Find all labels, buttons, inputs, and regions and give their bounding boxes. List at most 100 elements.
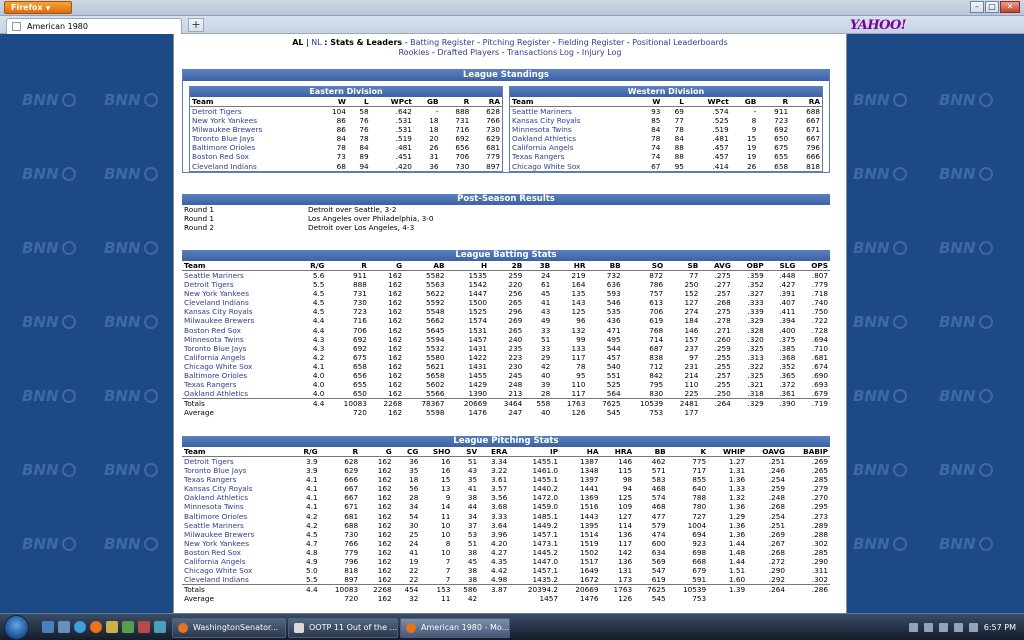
app-quicklaunch-icon[interactable] bbox=[122, 621, 134, 633]
folder-icon[interactable] bbox=[106, 621, 118, 633]
team-link[interactable]: New York Yankees bbox=[182, 539, 292, 548]
column-header[interactable]: K bbox=[667, 447, 709, 457]
close-button[interactable]: ✕ bbox=[1000, 1, 1020, 13]
column-header[interactable]: R bbox=[319, 447, 361, 457]
team-link[interactable]: Baltimore Orioles bbox=[182, 371, 298, 380]
team-link[interactable]: Chicago White Sox bbox=[182, 362, 298, 371]
team-link[interactable]: Milwaukee Brewers bbox=[182, 316, 298, 325]
column-header[interactable]: W bbox=[317, 97, 348, 107]
team-link[interactable]: Boston Red Sox bbox=[182, 326, 298, 335]
team-link[interactable]: Detroit Tigers bbox=[190, 107, 317, 117]
nav-fielding-register[interactable]: Fielding Register bbox=[558, 38, 624, 47]
team-link[interactable]: California Angels bbox=[510, 143, 639, 152]
clock[interactable]: 6:57 PM bbox=[984, 623, 1016, 632]
nav-rookies[interactable]: Rookies bbox=[398, 48, 429, 57]
column-header[interactable]: HRA bbox=[600, 447, 635, 457]
team-link[interactable]: Toronto Blue Jays bbox=[182, 466, 292, 475]
maximize-button[interactable]: □ bbox=[985, 1, 999, 13]
taskbar-task-washington[interactable]: WashingtonSenator... bbox=[172, 618, 286, 638]
column-header[interactable]: IP bbox=[509, 447, 561, 457]
yahoo-logo[interactable]: YAHOO! bbox=[850, 18, 907, 33]
tray-icon-5[interactable] bbox=[968, 623, 978, 632]
team-link[interactable]: Baltimore Orioles bbox=[190, 143, 317, 152]
team-link[interactable]: Toronto Blue Jays bbox=[190, 134, 317, 143]
nav-transactions-log[interactable]: Transactions Log bbox=[507, 48, 574, 57]
team-link[interactable]: Texas Rangers bbox=[182, 380, 298, 389]
app3-quicklaunch-icon[interactable] bbox=[154, 621, 166, 633]
column-header[interactable]: GB bbox=[730, 97, 759, 107]
team-link[interactable]: Milwaukee Brewers bbox=[190, 125, 317, 134]
new-tab-button[interactable]: + bbox=[188, 18, 204, 32]
minimize-button[interactable]: – bbox=[970, 1, 984, 13]
team-link[interactable]: Oakland Athletics bbox=[182, 389, 298, 399]
team-link[interactable]: Baltimore Orioles bbox=[182, 512, 292, 521]
column-header[interactable]: AVG bbox=[700, 261, 733, 271]
team-link[interactable]: Chicago White Sox bbox=[510, 162, 639, 171]
column-header[interactable]: BABIP bbox=[787, 447, 830, 457]
team-link[interactable]: Boston Red Sox bbox=[190, 152, 317, 161]
column-header[interactable]: WPct bbox=[370, 97, 414, 107]
column-header[interactable]: RA bbox=[790, 97, 822, 107]
column-header[interactable]: WPct bbox=[685, 97, 731, 107]
column-header[interactable]: Team bbox=[182, 261, 298, 271]
team-link[interactable]: Milwaukee Brewers bbox=[182, 530, 292, 539]
column-header[interactable]: 2B bbox=[489, 261, 525, 271]
column-header[interactable]: AB bbox=[404, 261, 447, 271]
column-header[interactable]: OBP bbox=[732, 261, 766, 271]
column-header[interactable]: Team bbox=[190, 97, 318, 107]
network-icon[interactable] bbox=[938, 623, 948, 632]
team-link[interactable]: Seattle Mariners bbox=[182, 521, 292, 530]
team-link[interactable]: Boston Red Sox bbox=[182, 548, 292, 557]
column-header[interactable]: SHO bbox=[420, 447, 453, 457]
column-header[interactable]: SLG bbox=[765, 261, 798, 271]
taskbar-task-ootp[interactable]: OOTP 11 Out of the ... bbox=[288, 618, 398, 638]
team-link[interactable]: Cleveland Indians bbox=[182, 575, 292, 585]
taskbar-task-american-1980[interactable]: American 1980 - Mo... bbox=[400, 618, 510, 638]
column-header[interactable]: OPS bbox=[797, 261, 830, 271]
team-link[interactable]: Chicago White Sox bbox=[182, 566, 292, 575]
column-header[interactable]: R bbox=[326, 261, 369, 271]
column-header[interactable]: RA bbox=[471, 97, 502, 107]
firefox-quicklaunch-icon[interactable] bbox=[90, 621, 102, 633]
nav-batting-register[interactable]: Batting Register bbox=[410, 38, 475, 47]
nav-league-nl[interactable]: NL bbox=[311, 38, 321, 47]
column-header[interactable]: BB bbox=[587, 261, 623, 271]
team-link[interactable]: Cleveland Indians bbox=[182, 298, 298, 307]
team-link[interactable]: Kansas City Royals bbox=[182, 484, 292, 493]
tray-icon-2[interactable] bbox=[923, 623, 933, 632]
column-header[interactable]: SB bbox=[665, 261, 701, 271]
show-desktop-icon[interactable] bbox=[42, 621, 54, 633]
team-link[interactable]: Kansas City Royals bbox=[510, 116, 639, 125]
column-header[interactable]: Team bbox=[510, 97, 639, 107]
column-header[interactable]: L bbox=[662, 97, 686, 107]
column-header[interactable]: SV bbox=[452, 447, 480, 457]
team-link[interactable]: Texas Rangers bbox=[182, 475, 292, 484]
tab-american-1980[interactable]: American 1980 bbox=[6, 18, 182, 34]
team-link[interactable]: Minnesota Twins bbox=[182, 335, 298, 344]
team-link[interactable]: Detroit Tigers bbox=[182, 457, 292, 467]
column-header[interactable]: G bbox=[360, 447, 394, 457]
volume-icon[interactable] bbox=[953, 623, 963, 632]
internet-explorer-icon[interactable] bbox=[74, 621, 86, 633]
team-link[interactable]: California Angels bbox=[182, 353, 298, 362]
column-header[interactable]: R/G bbox=[297, 261, 327, 271]
column-header[interactable]: WHIP bbox=[708, 447, 748, 457]
column-header[interactable]: OAVG bbox=[747, 447, 787, 457]
start-button[interactable] bbox=[4, 615, 29, 640]
switch-windows-icon[interactable] bbox=[58, 621, 70, 633]
column-header[interactable]: HA bbox=[560, 447, 601, 457]
tray-icon-1[interactable] bbox=[908, 623, 918, 632]
column-header[interactable]: R bbox=[758, 97, 791, 107]
column-header[interactable]: Team bbox=[182, 447, 293, 457]
team-link[interactable]: Minnesota Twins bbox=[510, 125, 639, 134]
column-header[interactable]: BB bbox=[634, 447, 668, 457]
team-link[interactable]: New York Yankees bbox=[190, 116, 317, 125]
team-link[interactable]: Texas Rangers bbox=[510, 152, 639, 161]
column-header[interactable]: GB bbox=[413, 97, 441, 107]
team-link[interactable]: Cleveland Indians bbox=[190, 162, 317, 171]
column-header[interactable]: W bbox=[638, 97, 663, 107]
firefox-menu-button[interactable]: Firefox ▼ bbox=[4, 1, 72, 14]
nav-league-al[interactable]: AL bbox=[292, 38, 303, 47]
column-header[interactable]: SO bbox=[622, 261, 666, 271]
column-header[interactable]: H bbox=[446, 261, 490, 271]
